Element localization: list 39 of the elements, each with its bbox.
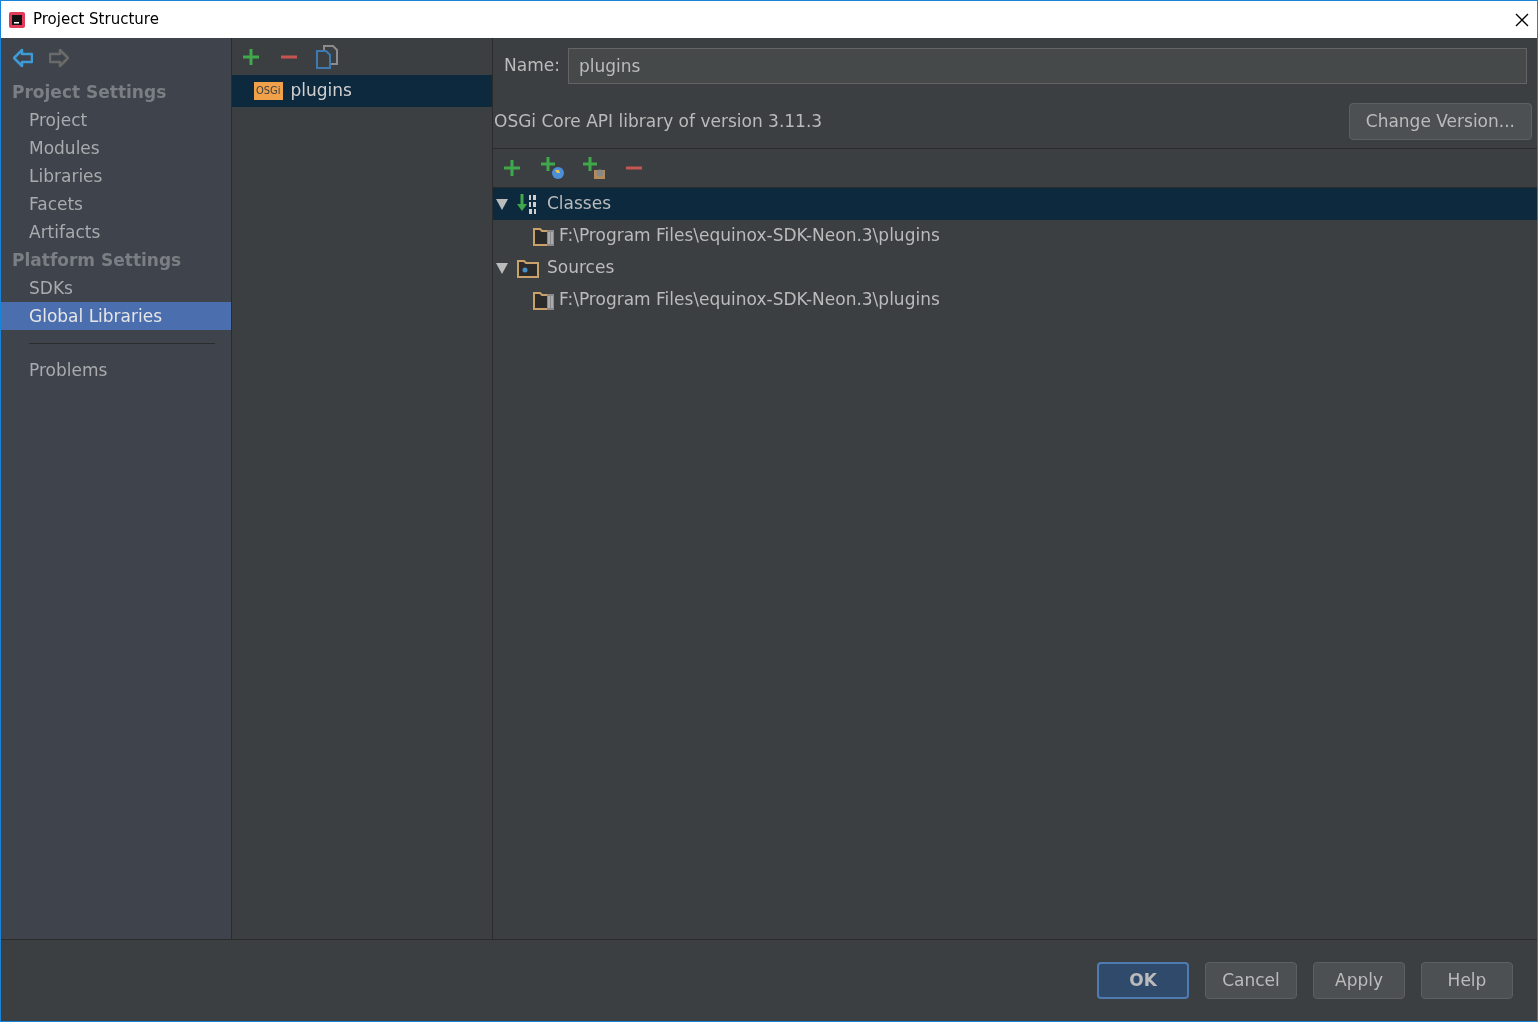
name-field[interactable]: plugins <box>567 48 1527 84</box>
app-logo-icon <box>9 11 25 28</box>
section-heading: Platform Settings <box>11 249 183 272</box>
add-icon[interactable] <box>501 157 523 179</box>
add-folder-icon[interactable] <box>581 156 607 180</box>
folder-archive-icon <box>533 225 555 247</box>
add-globe-icon[interactable] <box>539 156 565 180</box>
sidebar-item[interactable]: Project <box>1 106 231 134</box>
library-name[interactable]: plugins <box>290 78 352 104</box>
sidebar-item[interactable]: Facets <box>1 190 231 218</box>
dialog-button[interactable]: Cancel <box>1205 962 1297 999</box>
tree-node-label[interactable]: Sources <box>547 255 615 281</box>
tree-node-label[interactable]: Classes <box>547 191 612 217</box>
section-heading: Project Settings <box>11 81 168 104</box>
window-title: Project Structure <box>33 9 159 31</box>
dialog-button[interactable]: OK <box>1097 962 1189 999</box>
back-arrow-icon[interactable] <box>13 48 33 68</box>
forward-arrow-icon[interactable] <box>49 48 69 68</box>
tree-node-label[interactable]: F:\Program Files\equinox-SDK-Neon.3\plugins <box>559 287 940 313</box>
sidebar-item[interactable]: Problems <box>1 356 231 384</box>
sidebar-item[interactable]: Artifacts <box>1 218 231 246</box>
sidebar-item[interactable]: Modules <box>1 134 231 162</box>
tree-node-label[interactable]: F:\Program Files\equinox-SDK-Neon.3\plugins <box>559 223 940 249</box>
expanded-arrow-icon[interactable] <box>495 197 509 211</box>
sidebar-item[interactable]: Libraries <box>1 162 231 190</box>
change-version-button[interactable]: Change Version... <box>1348 103 1532 140</box>
binary-arrow-icon <box>517 193 539 215</box>
copy-icon[interactable] <box>316 44 338 69</box>
osgi-icon: OSGi <box>254 81 283 101</box>
expanded-arrow-icon[interactable] <box>495 261 509 275</box>
folder-icon <box>517 257 539 279</box>
sidebar-item[interactable]: SDKs <box>1 274 231 302</box>
dialog-button[interactable]: Help <box>1421 962 1513 999</box>
close-icon[interactable] <box>1515 12 1529 27</box>
sidebar-item[interactable]: Global Libraries <box>1 302 231 330</box>
library-description: OSGi Core API library of version 3.11.3 <box>494 109 823 133</box>
dialog-button[interactable]: Apply <box>1313 962 1405 999</box>
name-label: Name: <box>504 54 560 78</box>
folder-archive-icon <box>533 289 555 311</box>
